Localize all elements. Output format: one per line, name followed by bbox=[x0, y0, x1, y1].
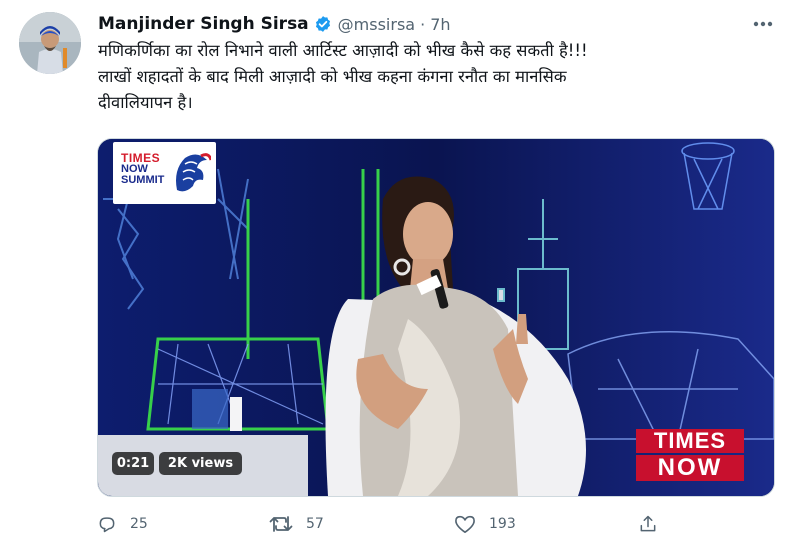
author-name[interactable]: Manjinder Singh Sirsa bbox=[98, 14, 309, 34]
like-icon bbox=[455, 515, 475, 533]
video-view-count: 2K views bbox=[159, 452, 242, 475]
summit-logo: TIMES NOW SUMMIT bbox=[113, 142, 216, 204]
retweet-icon bbox=[269, 516, 293, 532]
reply-count: 25 bbox=[130, 516, 148, 532]
share-button[interactable] bbox=[638, 510, 658, 538]
more-options-button[interactable] bbox=[750, 14, 776, 34]
verified-badge-icon bbox=[315, 16, 330, 32]
reply-icon bbox=[99, 517, 115, 533]
tweet-text-line: लाखों शहादतों के बाद मिली आज़ादी को भीख … bbox=[98, 67, 567, 86]
tweet-text-line: मणिकर्णिका का रोल निभाने वाली आर्टिस्ट आ… bbox=[98, 41, 588, 60]
like-button[interactable]: 193 bbox=[454, 510, 516, 538]
more-options-icon bbox=[753, 21, 773, 27]
video-player[interactable]: TIMES NOW SUMMIT TIMES NOW 0:21 2K views bbox=[97, 138, 775, 497]
like-count: 193 bbox=[489, 516, 516, 532]
retweet-button[interactable]: 57 bbox=[269, 510, 324, 538]
retweet-count: 57 bbox=[306, 516, 324, 532]
video-duration: 0:21 bbox=[112, 452, 154, 475]
channel-logo-text: TIMES bbox=[636, 429, 744, 453]
tweet-text-line: दीवालियापन है। bbox=[98, 93, 193, 112]
avatar[interactable] bbox=[19, 12, 81, 74]
reply-button[interactable]: 25 bbox=[97, 510, 148, 538]
tweet: Manjinder Singh Sirsa @mssirsa · 7h मणिक… bbox=[0, 0, 800, 557]
channel-logo-text: NOW bbox=[636, 455, 744, 481]
lion-logo-icon bbox=[176, 153, 211, 192]
tweet-header: Manjinder Singh Sirsa @mssirsa · 7h bbox=[98, 12, 451, 36]
tweet-actions: 25 57 193 bbox=[97, 510, 677, 538]
channel-logo: TIMES NOW bbox=[636, 429, 744, 481]
share-icon bbox=[640, 515, 656, 532]
tweet-text: मणिकर्णिका का रोल निभाने वाली आर्टिस्ट आ… bbox=[98, 38, 778, 116]
author-handle[interactable]: @mssirsa bbox=[338, 15, 415, 34]
avatar-image bbox=[19, 12, 81, 74]
logo-text: SUMMIT bbox=[121, 174, 165, 186]
tweet-timestamp[interactable]: 7h bbox=[430, 15, 450, 34]
header-separator: · bbox=[420, 14, 426, 34]
